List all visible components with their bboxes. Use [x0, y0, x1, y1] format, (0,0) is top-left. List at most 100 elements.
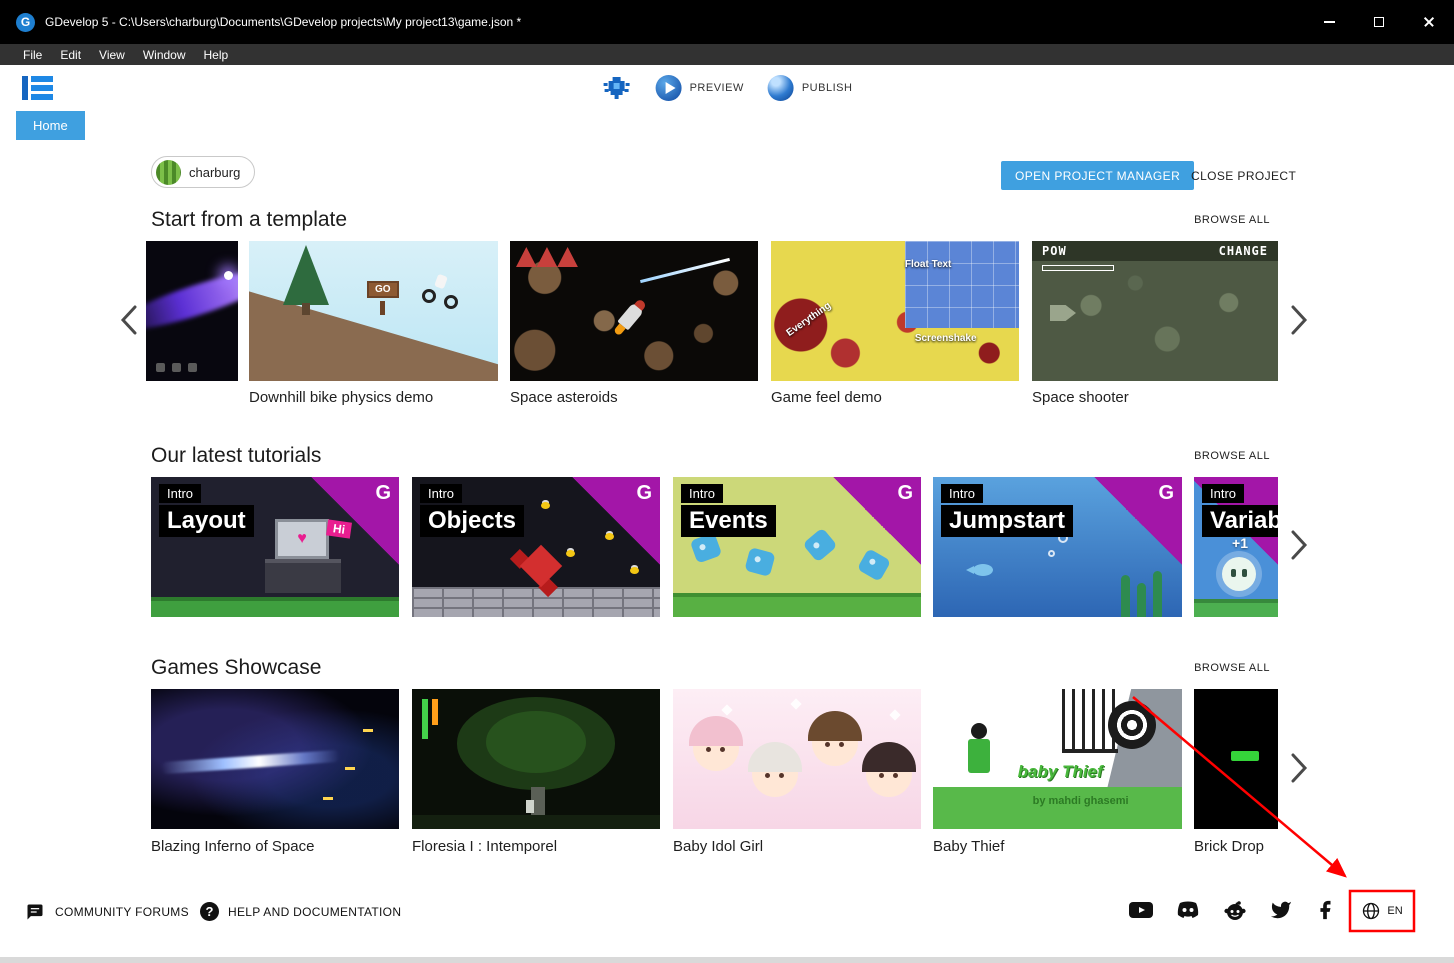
- language-button[interactable]: EN: [1354, 895, 1410, 927]
- twitter-icon: [1269, 899, 1293, 921]
- project-manager-icon[interactable]: [20, 72, 56, 109]
- reddit-link[interactable]: [1222, 899, 1248, 921]
- globe-icon: [1361, 901, 1381, 921]
- tutorial-card-variables-partial[interactable]: +1 Intro Variab: [1194, 477, 1278, 617]
- close-icon: [1423, 16, 1435, 28]
- youtube-link[interactable]: [1128, 899, 1154, 921]
- tutorial-card-objects[interactable]: G Intro Objects: [412, 477, 660, 617]
- bullet-art: [323, 797, 333, 800]
- browse-all-showcase[interactable]: BROWSE ALL: [1194, 662, 1270, 674]
- gdevelop-logo-icon: G: [16, 13, 35, 32]
- tutorial-card-events[interactable]: G Intro Events: [673, 477, 921, 617]
- tree-trunk-art: [302, 303, 310, 315]
- health-bars-art: [422, 699, 438, 739]
- ground-art: [1194, 599, 1278, 617]
- close-project-button[interactable]: CLOSE PROJECT: [1183, 161, 1304, 190]
- publish-button[interactable]: PUBLISH: [768, 75, 853, 101]
- window-bottom-edge: [0, 957, 1454, 963]
- menu-window[interactable]: Window: [134, 48, 195, 62]
- open-project-manager-button[interactable]: OPEN PROJECT MANAGER: [1001, 161, 1194, 190]
- grid-art: [905, 241, 1019, 328]
- minimize-button[interactable]: [1304, 0, 1354, 44]
- facebook-link[interactable]: [1314, 899, 1336, 921]
- cat-art: [745, 547, 776, 577]
- showcase-card-brick-drop-partial[interactable]: [1194, 689, 1278, 829]
- hud-bar: POW CHANGE: [1032, 241, 1278, 261]
- showcase-card-blazing-inferno[interactable]: [151, 689, 399, 829]
- sparkle-art: [721, 704, 732, 715]
- character-art: [526, 800, 534, 813]
- go-sign: GO: [367, 281, 399, 298]
- template-card-partial[interactable]: [146, 241, 238, 381]
- sign-post-art: [380, 301, 385, 315]
- community-forums-link[interactable]: COMMUNITY FORUMS: [24, 902, 189, 922]
- menu-help[interactable]: Help: [195, 48, 238, 62]
- username: charburg: [189, 165, 240, 180]
- discord-link[interactable]: [1175, 899, 1201, 921]
- debug-button[interactable]: [602, 75, 632, 101]
- grass-art: [673, 593, 921, 617]
- showcase-card-baby-idol-girl[interactable]: [673, 689, 921, 829]
- seaweed-art: [1153, 571, 1162, 617]
- showcase-caption-brick-drop: Brick Drop: [1194, 838, 1264, 855]
- tutorial-card-jumpstart[interactable]: G Intro Jumpstart: [933, 477, 1182, 617]
- browse-all-templates[interactable]: BROWSE ALL: [1194, 214, 1270, 226]
- go-sign-label: GO: [375, 284, 391, 295]
- template-card-space-shooter[interactable]: POW CHANGE: [1032, 241, 1278, 381]
- template-card-space-asteroids[interactable]: [510, 241, 758, 381]
- character-art: [752, 751, 798, 797]
- tutorial-title: Variab: [1202, 505, 1278, 537]
- maximize-icon: [1374, 17, 1384, 27]
- intro-tag: Intro: [1202, 484, 1244, 503]
- fish-art: [973, 564, 993, 576]
- bee-art: [630, 567, 639, 574]
- showcase-card-floresia[interactable]: [412, 689, 660, 829]
- laser-art: [640, 258, 730, 283]
- gdevelop-logo-icon: G: [897, 482, 913, 505]
- maximize-button[interactable]: [1354, 0, 1404, 44]
- paddle-art: [1231, 751, 1259, 761]
- rocket-art: [617, 301, 644, 330]
- user-chip[interactable]: charburg: [151, 156, 255, 188]
- intro-tag: Intro: [941, 484, 983, 503]
- templates-left-arrow[interactable]: [116, 302, 142, 343]
- social-links: [1128, 899, 1336, 921]
- menu-edit[interactable]: Edit: [51, 48, 90, 62]
- browse-all-tutorials[interactable]: BROWSE ALL: [1194, 450, 1270, 462]
- twitter-link[interactable]: [1269, 899, 1293, 921]
- tutorials-right-arrow[interactable]: [1286, 527, 1312, 568]
- tree-canopy-art: [486, 711, 585, 773]
- crystal-creature-art: [520, 545, 562, 587]
- ground-art: [412, 815, 660, 829]
- help-documentation-link[interactable]: ? HELP AND DOCUMENTATION: [200, 902, 401, 921]
- showcase-caption-baby-idol-girl: Baby Idol Girl: [673, 838, 763, 855]
- spikes-art: [516, 247, 602, 267]
- bee-art: [541, 502, 550, 509]
- tab-home[interactable]: Home: [16, 111, 85, 140]
- plus-one-label: +1: [1232, 535, 1248, 551]
- template-card-downhill-bike[interactable]: GO: [249, 241, 498, 381]
- preview-button[interactable]: PREVIEW: [656, 75, 744, 101]
- hi-bubble: Hi: [326, 519, 352, 538]
- title-bar: G GDevelop 5 - C:\Users\charburg\Documen…: [0, 0, 1454, 44]
- showcase-right-arrow[interactable]: [1286, 750, 1312, 791]
- menu-file[interactable]: File: [14, 48, 51, 62]
- showcase-card-baby-thief[interactable]: baby Thief by mahdi ghasemi: [933, 689, 1182, 829]
- publish-label: PUBLISH: [802, 82, 853, 94]
- window-title: GDevelop 5 - C:\Users\charburg\Documents…: [45, 15, 521, 29]
- template-card-game-feel[interactable]: Float Text Everything Screenshake: [771, 241, 1019, 381]
- toolbar: PREVIEW PUBLISH: [0, 65, 1454, 111]
- tutorial-title: Layout: [159, 505, 254, 537]
- bullet-art: [345, 767, 355, 770]
- tab-bar: Home: [0, 111, 1454, 140]
- close-button[interactable]: [1404, 0, 1454, 44]
- youtube-icon: [1128, 899, 1154, 921]
- templates-right-arrow[interactable]: [1286, 302, 1312, 343]
- screenshake-label: Screenshake: [915, 333, 977, 344]
- tutorial-card-layout[interactable]: ♥ Hi G Intro Layout: [151, 477, 399, 617]
- help-documentation-label: HELP AND DOCUMENTATION: [228, 905, 401, 919]
- showcase-caption-blazing-inferno: Blazing Inferno of Space: [151, 838, 314, 855]
- menu-view[interactable]: View: [90, 48, 134, 62]
- intro-tag: Intro: [420, 484, 462, 503]
- template-caption-space-shooter: Space shooter: [1032, 389, 1129, 406]
